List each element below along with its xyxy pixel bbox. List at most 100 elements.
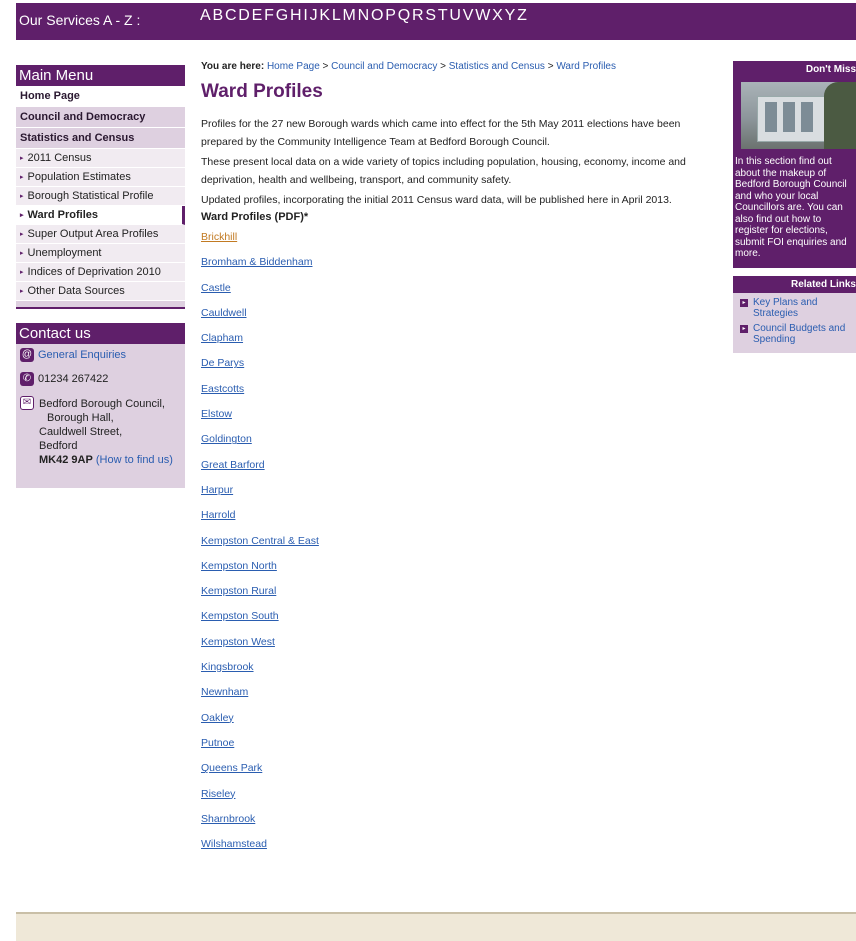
ward-profile-link[interactable]: De Parys: [201, 357, 244, 369]
submenu-item-label: 2011 Census: [27, 152, 92, 164]
ward-profile-link[interactable]: Brickhill: [201, 231, 237, 243]
ward-profile-link[interactable]: Goldington: [201, 433, 252, 445]
list-item: Goldington: [201, 433, 701, 458]
breadcrumb-statistics[interactable]: Statistics and Census: [449, 61, 545, 72]
submenu-item[interactable]: ▸ Ward Profiles: [16, 206, 185, 225]
az-letter-x[interactable]: X: [492, 7, 503, 24]
submenu-item-label: Population Estimates: [27, 171, 131, 183]
ward-profile-link[interactable]: Kempston South: [201, 610, 279, 622]
ward-profile-link[interactable]: Wilshamstead: [201, 838, 267, 850]
menu-council-democracy[interactable]: Council and Democracy: [16, 107, 185, 128]
page-footer: [16, 912, 856, 941]
submenu-item[interactable]: ▸ Indices of Deprivation 2010: [16, 263, 185, 282]
ward-profile-link[interactable]: Castle: [201, 282, 231, 294]
triangle-bullet-icon: ▸: [20, 288, 24, 295]
az-letter-k[interactable]: K: [319, 7, 330, 24]
az-letter-e[interactable]: E: [252, 7, 263, 24]
list-item: De Parys: [201, 357, 701, 382]
ward-profile-link[interactable]: Sharnbrook: [201, 813, 255, 825]
az-letter-t[interactable]: T: [438, 7, 448, 24]
related-link-council-budgets[interactable]: ▸ Council Budgets and Spending: [733, 319, 856, 345]
ward-profile-link[interactable]: Eastcotts: [201, 383, 244, 395]
ward-profile-link[interactable]: Newnham: [201, 686, 248, 698]
ward-profile-link[interactable]: Queens Park: [201, 762, 262, 774]
az-letter-w[interactable]: W: [475, 7, 490, 24]
breadcrumb: You are here: Home Page > Council and De…: [201, 61, 616, 72]
submenu-item[interactable]: ▸ 2011 Census: [16, 149, 185, 168]
tree-shape: [824, 82, 856, 149]
contact-panel: Contact us @ General Enquiries ✆ 01234 267…: [16, 323, 185, 488]
list-item: Newnham: [201, 686, 701, 711]
breadcrumb-home[interactable]: Home Page: [267, 61, 320, 72]
submenu-item[interactable]: ▸ Borough Statistical Profile: [16, 187, 185, 206]
breadcrumb-ward-profiles[interactable]: Ward Profiles: [556, 61, 616, 72]
az-letter-u[interactable]: U: [449, 7, 461, 24]
postal-address: Bedford Borough Council, Borough Hall, C…: [39, 397, 189, 467]
ward-profile-link[interactable]: Kempston Central & East: [201, 535, 319, 547]
ward-profile-link[interactable]: Kempston Rural: [201, 585, 276, 597]
ward-profile-link[interactable]: Elstow: [201, 408, 232, 420]
borough-hall-photo[interactable]: [741, 82, 856, 149]
az-letter-y[interactable]: Y: [505, 7, 516, 24]
az-letter-z[interactable]: Z: [517, 7, 527, 24]
ward-profile-link[interactable]: Oakley: [201, 712, 234, 724]
right-sidebar: Don't Miss In this section find out abou…: [733, 61, 856, 353]
az-letter-v[interactable]: V: [463, 7, 474, 24]
az-letter-i[interactable]: I: [303, 7, 308, 24]
az-letter-q[interactable]: Q: [398, 7, 411, 24]
list-item: Harpur: [201, 484, 701, 509]
phone-number: 01234 267422: [38, 372, 109, 385]
az-letter-b[interactable]: B: [212, 7, 223, 24]
general-enquiries-link[interactable]: General Enquiries: [38, 349, 126, 361]
contact-address-row: ✉ Bedford Borough Council, Borough Hall,…: [16, 396, 185, 474]
az-letter-m[interactable]: M: [343, 7, 357, 24]
main-menu-heading: Main Menu: [16, 65, 185, 86]
envelope-icon: ✉: [20, 396, 34, 410]
ward-profile-link[interactable]: Riseley: [201, 788, 235, 800]
az-letter-c[interactable]: C: [225, 7, 237, 24]
az-letter-l[interactable]: L: [332, 7, 341, 24]
left-sidebar: Main Menu Home Page Council and Democrac…: [16, 61, 185, 488]
az-letter-j[interactable]: J: [310, 7, 318, 24]
breadcrumb-council[interactable]: Council and Democracy: [331, 61, 437, 72]
at-sign-icon: @: [20, 348, 34, 362]
az-letter-a[interactable]: A: [200, 7, 211, 24]
az-letter-g[interactable]: G: [276, 7, 289, 24]
menu-statistics-census[interactable]: Statistics and Census: [16, 128, 185, 149]
az-letter-s[interactable]: S: [425, 7, 436, 24]
menu-bottom-rule: [16, 301, 185, 309]
address-line: Borough Hall,: [47, 412, 114, 424]
how-to-find-us-link[interactable]: (How to find us): [96, 454, 173, 466]
submenu-item[interactable]: ▸ Other Data Sources: [16, 282, 185, 301]
list-item: Great Barford: [201, 459, 701, 484]
az-letter-o[interactable]: O: [371, 7, 384, 24]
ward-profiles-heading: Ward Profiles (PDF)*: [201, 211, 309, 223]
triangle-bullet-icon: ▸: [20, 269, 24, 276]
az-letter-h[interactable]: H: [290, 7, 302, 24]
ward-profile-link[interactable]: Bromham & Biddenham: [201, 256, 312, 268]
submenu-item[interactable]: ▸ Population Estimates: [16, 168, 185, 187]
dont-miss-text: In this section find out about the makeu…: [735, 156, 847, 259]
ward-profile-link[interactable]: Harpur: [201, 484, 233, 496]
menu-home-page[interactable]: Home Page: [16, 86, 185, 107]
submenu-item-label: Borough Statistical Profile: [27, 190, 154, 202]
ward-profile-link[interactable]: Great Barford: [201, 459, 265, 471]
ward-profile-link[interactable]: Clapham: [201, 332, 243, 344]
ward-profile-link[interactable]: Kingsbrook: [201, 661, 254, 673]
ward-profile-link[interactable]: Harrold: [201, 509, 235, 521]
triangle-bullet-icon: ▸: [20, 231, 24, 238]
az-letter-p[interactable]: P: [385, 7, 396, 24]
az-letter-d[interactable]: D: [238, 7, 250, 24]
submenu-item[interactable]: ▸ Super Output Area Profiles: [16, 225, 185, 244]
az-letter-f[interactable]: F: [264, 7, 274, 24]
az-services-bar: Our Services A - Z : ABCDEFGHIJKLMNOPQRS…: [16, 3, 856, 40]
address-line: Cauldwell Street,: [39, 426, 123, 438]
ward-profile-link[interactable]: Kempston West: [201, 636, 275, 648]
ward-profile-link[interactable]: Kempston North: [201, 560, 277, 572]
submenu-item[interactable]: ▸ Unemployment: [16, 244, 185, 263]
ward-profile-link[interactable]: Putnoe: [201, 737, 234, 749]
related-link-key-plans[interactable]: ▸ Key Plans and Strategies: [733, 293, 856, 319]
az-letter-r[interactable]: R: [412, 7, 424, 24]
az-letter-n[interactable]: N: [358, 7, 370, 24]
ward-profile-link[interactable]: Cauldwell: [201, 307, 247, 319]
